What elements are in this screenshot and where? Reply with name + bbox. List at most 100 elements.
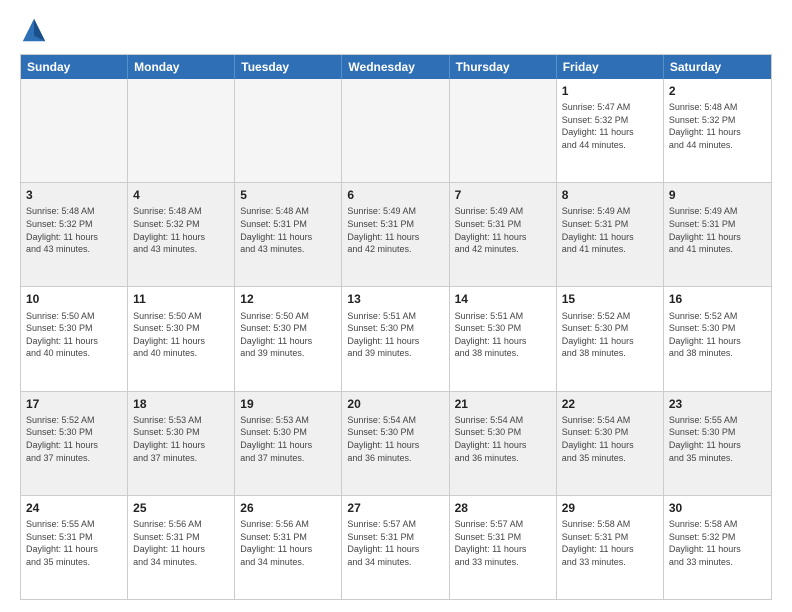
- calendar-row-3: 10 Sunrise: 5:50 AM Sunset: 5:30 PM Dayli…: [21, 287, 771, 391]
- day-cell-1: 1 Sunrise: 5:47 AM Sunset: 5:32 PM Daylig…: [557, 79, 664, 182]
- day-cell-4: 4 Sunrise: 5:48 AM Sunset: 5:32 PM Daylig…: [128, 183, 235, 286]
- day-info: Sunrise: 5:51 AM Sunset: 5:30 PM Dayligh…: [347, 310, 443, 360]
- day-number: 21: [455, 396, 551, 412]
- day-number: 1: [562, 83, 658, 99]
- day-number: 3: [26, 187, 122, 203]
- day-info: Sunrise: 5:54 AM Sunset: 5:30 PM Dayligh…: [562, 414, 658, 464]
- empty-cell-0-2: [235, 79, 342, 182]
- day-cell-22: 22 Sunrise: 5:54 AM Sunset: 5:30 PM Dayli…: [557, 392, 664, 495]
- day-cell-12: 12 Sunrise: 5:50 AM Sunset: 5:30 PM Dayli…: [235, 287, 342, 390]
- day-number: 26: [240, 500, 336, 516]
- day-info: Sunrise: 5:54 AM Sunset: 5:30 PM Dayligh…: [347, 414, 443, 464]
- day-cell-26: 26 Sunrise: 5:56 AM Sunset: 5:31 PM Dayli…: [235, 496, 342, 599]
- day-info: Sunrise: 5:48 AM Sunset: 5:32 PM Dayligh…: [669, 101, 766, 151]
- day-info: Sunrise: 5:56 AM Sunset: 5:31 PM Dayligh…: [133, 518, 229, 568]
- empty-cell-0-0: [21, 79, 128, 182]
- day-info: Sunrise: 5:50 AM Sunset: 5:30 PM Dayligh…: [133, 310, 229, 360]
- day-info: Sunrise: 5:49 AM Sunset: 5:31 PM Dayligh…: [347, 205, 443, 255]
- calendar-row-4: 17 Sunrise: 5:52 AM Sunset: 5:30 PM Dayli…: [21, 392, 771, 496]
- header-cell-monday: Monday: [128, 55, 235, 79]
- day-cell-6: 6 Sunrise: 5:49 AM Sunset: 5:31 PM Daylig…: [342, 183, 449, 286]
- day-number: 9: [669, 187, 766, 203]
- day-cell-14: 14 Sunrise: 5:51 AM Sunset: 5:30 PM Dayli…: [450, 287, 557, 390]
- day-info: Sunrise: 5:56 AM Sunset: 5:31 PM Dayligh…: [240, 518, 336, 568]
- day-cell-25: 25 Sunrise: 5:56 AM Sunset: 5:31 PM Dayli…: [128, 496, 235, 599]
- day-number: 17: [26, 396, 122, 412]
- day-number: 13: [347, 291, 443, 307]
- day-number: 11: [133, 291, 229, 307]
- day-number: 24: [26, 500, 122, 516]
- day-info: Sunrise: 5:48 AM Sunset: 5:32 PM Dayligh…: [133, 205, 229, 255]
- day-number: 22: [562, 396, 658, 412]
- calendar-body: 1 Sunrise: 5:47 AM Sunset: 5:32 PM Daylig…: [21, 79, 771, 599]
- day-number: 20: [347, 396, 443, 412]
- day-info: Sunrise: 5:54 AM Sunset: 5:30 PM Dayligh…: [455, 414, 551, 464]
- day-cell-24: 24 Sunrise: 5:55 AM Sunset: 5:31 PM Dayli…: [21, 496, 128, 599]
- day-cell-17: 17 Sunrise: 5:52 AM Sunset: 5:30 PM Dayli…: [21, 392, 128, 495]
- day-cell-20: 20 Sunrise: 5:54 AM Sunset: 5:30 PM Dayli…: [342, 392, 449, 495]
- day-number: 23: [669, 396, 766, 412]
- day-number: 15: [562, 291, 658, 307]
- day-cell-18: 18Sunrise: 5:53 AM Sunset: 5:30 PM Dayli…: [128, 392, 235, 495]
- day-cell-8: 8Sunrise: 5:49 AM Sunset: 5:31 PM Daylig…: [557, 183, 664, 286]
- day-info: Sunrise: 5:48 AM Sunset: 5:31 PM Dayligh…: [240, 205, 336, 255]
- day-cell-16: 16 Sunrise: 5:52 AM Sunset: 5:30 PM Dayli…: [664, 287, 771, 390]
- day-info: Sunrise: 5:53 AM Sunset: 5:30 PM Dayligh…: [240, 414, 336, 464]
- day-cell-15: 15 Sunrise: 5:52 AM Sunset: 5:30 PM Dayli…: [557, 287, 664, 390]
- page: SundayMondayTuesdayWednesdayThursdayFrid…: [0, 0, 792, 612]
- header-cell-friday: Friday: [557, 55, 664, 79]
- day-cell-27: 27 Sunrise: 5:57 AM Sunset: 5:31 PM Dayli…: [342, 496, 449, 599]
- calendar-row-2: 3 Sunrise: 5:48 AM Sunset: 5:32 PM Daylig…: [21, 183, 771, 287]
- day-number: 25: [133, 500, 229, 516]
- day-number: 6: [347, 187, 443, 203]
- day-info: Sunrise: 5:52 AM Sunset: 5:30 PM Dayligh…: [669, 310, 766, 360]
- day-number: 27: [347, 500, 443, 516]
- day-number: 19: [240, 396, 336, 412]
- day-number: 10: [26, 291, 122, 307]
- day-info: Sunrise: 5:50 AM Sunset: 5:30 PM Dayligh…: [240, 310, 336, 360]
- day-number: 4: [133, 187, 229, 203]
- day-info: Sunrise: 5:48 AM Sunset: 5:32 PM Dayligh…: [26, 205, 122, 255]
- header-cell-thursday: Thursday: [450, 55, 557, 79]
- day-cell-28: 28Sunrise: 5:57 AM Sunset: 5:31 PM Dayli…: [450, 496, 557, 599]
- day-info: Sunrise: 5:53 AM Sunset: 5:30 PM Dayligh…: [133, 414, 229, 464]
- day-info: Sunrise: 5:58 AM Sunset: 5:31 PM Dayligh…: [562, 518, 658, 568]
- header-cell-saturday: Saturday: [664, 55, 771, 79]
- calendar: SundayMondayTuesdayWednesdayThursdayFrid…: [20, 54, 772, 600]
- day-cell-7: 7Sunrise: 5:49 AM Sunset: 5:31 PM Daylig…: [450, 183, 557, 286]
- day-number: 12: [240, 291, 336, 307]
- day-cell-11: 11 Sunrise: 5:50 AM Sunset: 5:30 PM Dayli…: [128, 287, 235, 390]
- day-info: Sunrise: 5:58 AM Sunset: 5:32 PM Dayligh…: [669, 518, 766, 568]
- header-cell-tuesday: Tuesday: [235, 55, 342, 79]
- logo: [20, 16, 52, 44]
- day-cell-30: 30 Sunrise: 5:58 AM Sunset: 5:32 PM Dayli…: [664, 496, 771, 599]
- day-cell-29: 29Sunrise: 5:58 AM Sunset: 5:31 PM Dayli…: [557, 496, 664, 599]
- day-info: Sunrise: 5:57 AM Sunset: 5:31 PM Dayligh…: [347, 518, 443, 568]
- day-info: Sunrise: 5:49 AM Sunset: 5:31 PM Dayligh…: [669, 205, 766, 255]
- day-cell-3: 3 Sunrise: 5:48 AM Sunset: 5:32 PM Daylig…: [21, 183, 128, 286]
- calendar-header: SundayMondayTuesdayWednesdayThursdayFrid…: [21, 55, 771, 79]
- day-info: Sunrise: 5:47 AM Sunset: 5:32 PM Dayligh…: [562, 101, 658, 151]
- calendar-row-5: 24 Sunrise: 5:55 AM Sunset: 5:31 PM Dayli…: [21, 496, 771, 599]
- day-info: Sunrise: 5:52 AM Sunset: 5:30 PM Dayligh…: [26, 414, 122, 464]
- header: [20, 16, 772, 44]
- header-cell-sunday: Sunday: [21, 55, 128, 79]
- day-number: 16: [669, 291, 766, 307]
- day-number: 5: [240, 187, 336, 203]
- day-info: Sunrise: 5:52 AM Sunset: 5:30 PM Dayligh…: [562, 310, 658, 360]
- day-number: 14: [455, 291, 551, 307]
- day-cell-9: 9 Sunrise: 5:49 AM Sunset: 5:31 PM Daylig…: [664, 183, 771, 286]
- empty-cell-0-3: [342, 79, 449, 182]
- day-cell-10: 10 Sunrise: 5:50 AM Sunset: 5:30 PM Dayli…: [21, 287, 128, 390]
- day-info: Sunrise: 5:55 AM Sunset: 5:30 PM Dayligh…: [669, 414, 766, 464]
- day-cell-5: 5 Sunrise: 5:48 AM Sunset: 5:31 PM Daylig…: [235, 183, 342, 286]
- day-number: 30: [669, 500, 766, 516]
- day-info: Sunrise: 5:57 AM Sunset: 5:31 PM Dayligh…: [455, 518, 551, 568]
- header-cell-wednesday: Wednesday: [342, 55, 449, 79]
- empty-cell-0-4: [450, 79, 557, 182]
- day-info: Sunrise: 5:50 AM Sunset: 5:30 PM Dayligh…: [26, 310, 122, 360]
- day-info: Sunrise: 5:55 AM Sunset: 5:31 PM Dayligh…: [26, 518, 122, 568]
- day-info: Sunrise: 5:51 AM Sunset: 5:30 PM Dayligh…: [455, 310, 551, 360]
- calendar-row-1: 1 Sunrise: 5:47 AM Sunset: 5:32 PM Daylig…: [21, 79, 771, 183]
- day-cell-21: 21 Sunrise: 5:54 AM Sunset: 5:30 PM Dayli…: [450, 392, 557, 495]
